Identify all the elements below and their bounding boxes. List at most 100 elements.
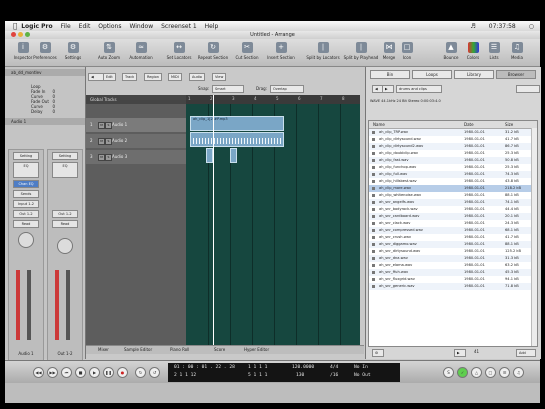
spotlight-icon[interactable]: ○ xyxy=(529,23,534,30)
browser-add-button[interactable]: Add xyxy=(516,349,536,357)
toolbar-media-button[interactable]: ♫ Media xyxy=(499,42,535,60)
strip2-setting-button[interactable]: Setting xyxy=(52,152,78,160)
file-row[interactable]: ah_clip_funchop.wav 1980-01-01 25.3 kB xyxy=(369,164,537,171)
audio-region[interactable] xyxy=(190,132,284,147)
minimize-window-icon[interactable] xyxy=(18,32,23,37)
strip2-input-slot[interactable]: Out 1-2 xyxy=(52,210,78,218)
toolbar-repeat-section-button[interactable]: ↻ Repeat Section xyxy=(195,42,231,60)
toolbar-insert-section-button[interactable]: + Insert Section xyxy=(263,42,299,60)
strip1-insert-slot[interactable]: Chan EQ xyxy=(13,180,39,188)
strip2-pan-knob[interactable] xyxy=(57,238,73,254)
browser-play-button[interactable]: ▶ xyxy=(454,349,466,357)
param-delay[interactable]: Delay 0 xyxy=(5,109,85,114)
tab-score[interactable]: Score xyxy=(214,347,225,352)
file-row[interactable]: ah_snr_fluxgrid.wav 1980-01-01 94.1 kB xyxy=(369,276,537,283)
rewind-button[interactable]: ◀◀ xyxy=(33,367,44,378)
strip1-eq-display[interactable]: EQ xyxy=(13,162,39,178)
punch-button[interactable]: □ xyxy=(485,367,496,378)
browser-path-select[interactable]: drums and clips xyxy=(396,85,442,93)
audio-region[interactable]: ah_clip_1[2]#P.mp3 xyxy=(190,116,284,131)
file-row[interactable]: ah_clip_TRP.wav 1980-01-01 31.2 kB xyxy=(369,129,537,136)
apple-menu-icon[interactable]:  xyxy=(13,22,17,30)
close-window-icon[interactable] xyxy=(11,32,16,37)
column-size[interactable]: Size xyxy=(505,122,513,127)
track-header-2[interactable]: 2 M S Audio 2 xyxy=(86,134,186,148)
file-row[interactable]: ah_snr_diggamo.wav 1980-01-01 88.1 kB xyxy=(369,241,537,248)
track-header-1[interactable]: 1 M S Audio 1 xyxy=(86,118,186,132)
play-button[interactable]: ▶ xyxy=(89,367,100,378)
toolbar-split-locators-button[interactable]: ∣ Split by Locators xyxy=(305,42,341,60)
file-row[interactable]: ah_clip_hillsbest.wav 1980-01-01 43.8 kB xyxy=(369,178,537,185)
solo-mode-button[interactable]: S xyxy=(443,367,454,378)
file-row[interactable]: ah_snr_bodyrock.wav 1980-01-01 44.4 kB xyxy=(369,206,537,213)
global-tracks-toggle[interactable]: Global Tracks xyxy=(86,95,186,104)
menu-midi[interactable]: MIDI xyxy=(168,73,182,81)
file-row[interactable]: ah_snr_generic.wav 1980-01-01 71.8 kB xyxy=(369,283,537,290)
strip2-eq-display[interactable]: EQ xyxy=(52,162,78,178)
back-to-start-button[interactable]: ⏮ xyxy=(61,367,72,378)
toolbar-automation-button[interactable]: ≈ Automation xyxy=(123,42,159,60)
snap-select[interactable]: Smart xyxy=(212,85,244,93)
file-row[interactable]: ah_clip_whitenoise.wav 1980-01-01 88.1 kB xyxy=(369,192,537,199)
metronome-button[interactable]: △ xyxy=(471,367,482,378)
strip1-volume-fader[interactable] xyxy=(27,270,31,340)
menu-item-window[interactable]: Window xyxy=(129,23,153,30)
tab-library[interactable]: Library xyxy=(454,70,494,79)
file-row[interactable]: ah_snr_crush.wav 1980-01-01 41.7 kB xyxy=(369,234,537,241)
browser-search-field[interactable] xyxy=(516,85,540,93)
cycle-button[interactable]: ↻ xyxy=(135,367,146,378)
file-row[interactable]: ah_clip_dirtysound2.wav 1980-01-01 86.7 kB xyxy=(369,143,537,150)
strip2-automation-mode[interactable]: Read xyxy=(52,220,78,228)
solo-button[interactable]: S xyxy=(105,122,112,129)
sync-button[interactable]: ✓ xyxy=(457,367,468,378)
zoom-window-icon[interactable] xyxy=(25,32,30,37)
menu-item-app[interactable]: Logic Pro xyxy=(21,23,52,30)
file-row[interactable]: ah_snr_dna.wav 1980-01-01 31.3 kB xyxy=(369,255,537,262)
strip1-automation-mode[interactable]: Read xyxy=(13,220,39,228)
menu-item-options[interactable]: Options xyxy=(98,23,121,30)
solo-button[interactable]: S xyxy=(105,154,112,161)
menu-edit[interactable]: Edit xyxy=(103,73,116,81)
mute-button[interactable]: M xyxy=(98,138,105,145)
file-row[interactable]: ah_snr_elama.wav 1980-01-01 63.2 kB xyxy=(369,262,537,269)
browser-forward-button[interactable]: ▶ xyxy=(382,85,394,93)
master-volume-button[interactable]: ♫ xyxy=(513,367,524,378)
file-row[interactable]: ah_snr_ffuh.wav 1980-01-01 45.3 kB xyxy=(369,269,537,276)
tab-hyper-editor[interactable]: Hyper Editor xyxy=(244,347,269,352)
file-row[interactable]: ah_snr_cardboard.wav 1980-01-01 20.1 kB xyxy=(369,213,537,220)
tab-mixer[interactable]: Mixer xyxy=(98,347,109,352)
audio-region[interactable] xyxy=(230,148,237,163)
solo-button[interactable]: S xyxy=(105,138,112,145)
file-row[interactable]: ah_clip_dirtysound.wav 1980-01-01 41.7 kB xyxy=(369,136,537,143)
browser-action-button[interactable]: ⚙ xyxy=(372,349,384,357)
file-row[interactable]: ah_clip_doublclip.wav 1980-01-01 25.3 kB xyxy=(369,150,537,157)
menu-track[interactable]: Track xyxy=(122,73,138,81)
file-list-scrollbar[interactable] xyxy=(531,128,537,346)
toolbar-set-locators-button[interactable]: ↔ Set Locators xyxy=(161,42,197,60)
strip2-volume-fader[interactable] xyxy=(66,270,70,340)
tab-sample-editor[interactable]: Sample Editor xyxy=(124,347,152,352)
mute-button[interactable]: M xyxy=(98,122,105,129)
strip1-output-slot[interactable]: Out 1-2 xyxy=(13,210,39,218)
tab-piano-roll[interactable]: Piano Roll xyxy=(170,347,189,352)
track-header-3[interactable]: 3 M S Audio 3 xyxy=(86,150,186,164)
strip1-pan-knob[interactable] xyxy=(18,232,34,248)
region-parameters-header[interactable]: ab_dd_montlev xyxy=(5,69,85,76)
volume-icon[interactable]: ♬ xyxy=(470,23,475,30)
file-row[interactable]: ah_clip_more.wav 1980-01-01 218.2 kB xyxy=(369,185,537,192)
tab-browser[interactable]: Browser xyxy=(496,70,536,79)
replace-button[interactable]: ↺ xyxy=(149,367,160,378)
file-row[interactable]: ah_snr_clack.wav 1980-01-01 24.3 kB xyxy=(369,220,537,227)
pause-button[interactable]: ❚❚ xyxy=(103,367,114,378)
track-parameters-header[interactable]: Audio 1 xyxy=(5,118,85,125)
menu-item-file[interactable]: File xyxy=(61,23,71,30)
drag-select[interactable]: Overlap xyxy=(270,85,304,93)
tab-bin[interactable]: Bin xyxy=(370,70,410,79)
menu-item-screenset[interactable]: Screenset 1 xyxy=(161,23,197,30)
audio-region[interactable] xyxy=(206,148,213,163)
menu-audio[interactable]: Audio xyxy=(189,73,205,81)
file-row[interactable]: ah_clip_fast.wav 1980-01-01 50.8 kB xyxy=(369,157,537,164)
mute-button[interactable]: M xyxy=(98,154,105,161)
lcd-mode-button[interactable]: ☰ xyxy=(499,367,510,378)
strip1-setting-button[interactable]: Setting xyxy=(13,152,39,160)
